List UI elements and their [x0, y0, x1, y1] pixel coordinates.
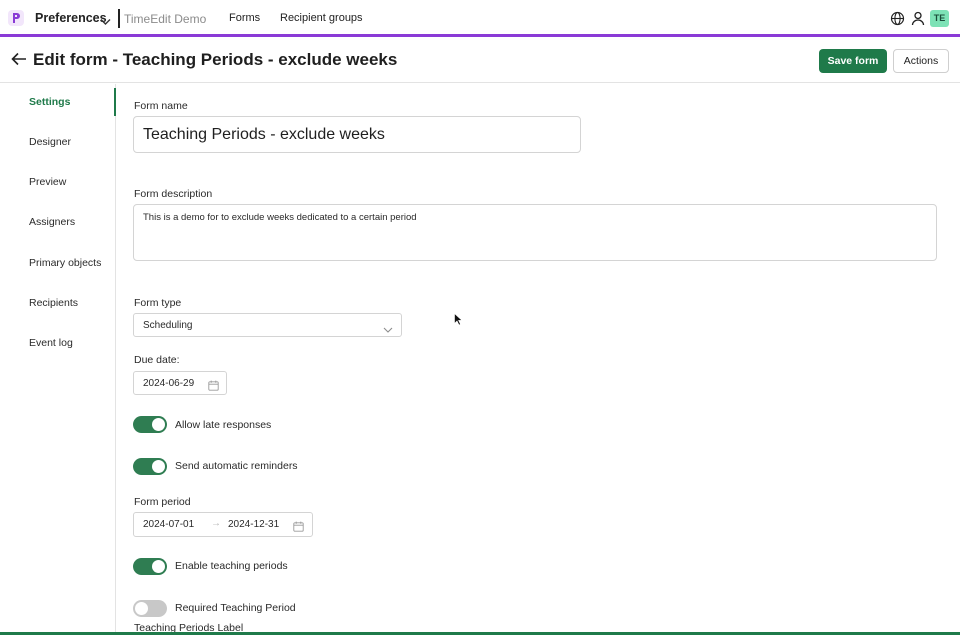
- settings-sidebar: Settings Designer Preview Assigners Prim…: [0, 84, 116, 635]
- app-switcher-label[interactable]: Preferences: [35, 11, 107, 25]
- nav-forms[interactable]: Forms: [229, 12, 260, 24]
- globe-icon[interactable]: [890, 11, 905, 31]
- page-title: Edit form - Teaching Periods - exclude w…: [33, 50, 398, 69]
- active-indicator: [114, 88, 116, 116]
- nav-recipient-groups[interactable]: Recipient groups: [280, 12, 363, 24]
- send-automatic-reminders-toggle[interactable]: [133, 458, 167, 475]
- due-date-label: Due date:: [134, 354, 180, 366]
- back-arrow-icon[interactable]: [11, 52, 27, 71]
- form-period-range-picker[interactable]: 2024-07-01 → 2024-12-31: [133, 512, 313, 537]
- chevron-down-icon[interactable]: [100, 13, 111, 31]
- page-header: Edit form - Teaching Periods - exclude w…: [0, 40, 960, 83]
- toggle-knob: [135, 602, 148, 615]
- form-name-input[interactable]: [133, 116, 581, 153]
- actions-button[interactable]: Actions: [893, 49, 949, 73]
- period-end-value[interactable]: 2024-12-31: [228, 519, 279, 530]
- form-type-label: Form type: [134, 297, 182, 309]
- enable-teaching-periods-toggle[interactable]: [133, 558, 167, 575]
- sidebar-item-event-log[interactable]: Event log: [29, 337, 73, 349]
- sidebar-item-assigners[interactable]: Assigners: [29, 216, 75, 228]
- allow-late-responses-label: Allow late responses: [175, 419, 272, 431]
- logo-icon[interactable]: [8, 10, 24, 26]
- allow-late-responses-toggle[interactable]: [133, 416, 167, 433]
- form-type-select[interactable]: Scheduling: [133, 313, 402, 337]
- toggle-knob: [152, 560, 165, 573]
- form-period-label: Form period: [134, 496, 191, 508]
- te-avatar-badge[interactable]: TE: [930, 10, 949, 27]
- sidebar-item-settings[interactable]: Settings: [29, 96, 70, 108]
- required-teaching-period-toggle[interactable]: [133, 600, 167, 617]
- save-form-button[interactable]: Save form: [819, 49, 887, 73]
- form-description-textarea[interactable]: This is a demo for to exclude weeks dedi…: [133, 204, 937, 261]
- top-bar: Preferences TimeEdit Demo Forms Recipien…: [0, 0, 960, 37]
- form-description-label: Form description: [134, 188, 213, 200]
- form-type-value: Scheduling: [143, 320, 193, 331]
- sidebar-item-designer[interactable]: Designer: [29, 136, 71, 148]
- due-date-value: 2024-06-29: [143, 378, 195, 389]
- required-teaching-period-label: Required Teaching Period: [175, 602, 296, 614]
- sidebar-item-recipients[interactable]: Recipients: [29, 297, 78, 309]
- tenant-name: TimeEdit Demo: [124, 12, 207, 26]
- user-icon[interactable]: [911, 11, 925, 31]
- topbar-divider: [118, 9, 120, 28]
- form-name-label: Form name: [134, 100, 188, 112]
- arrow-right-icon: →: [211, 518, 221, 529]
- sidebar-item-primary-objects[interactable]: Primary objects: [29, 257, 101, 269]
- period-start-value[interactable]: 2024-07-01: [143, 519, 194, 530]
- mouse-cursor-icon: [454, 312, 463, 331]
- toggle-knob: [152, 460, 165, 473]
- sidebar-item-preview[interactable]: Preview: [29, 176, 66, 188]
- toggle-knob: [152, 418, 165, 431]
- due-date-picker[interactable]: 2024-06-29: [133, 371, 227, 395]
- calendar-icon[interactable]: [293, 519, 304, 537]
- send-automatic-reminders-label: Send automatic reminders: [175, 460, 298, 472]
- chevron-down-icon: [383, 321, 393, 339]
- enable-teaching-periods-label: Enable teaching periods: [175, 560, 288, 572]
- calendar-icon[interactable]: [208, 378, 219, 396]
